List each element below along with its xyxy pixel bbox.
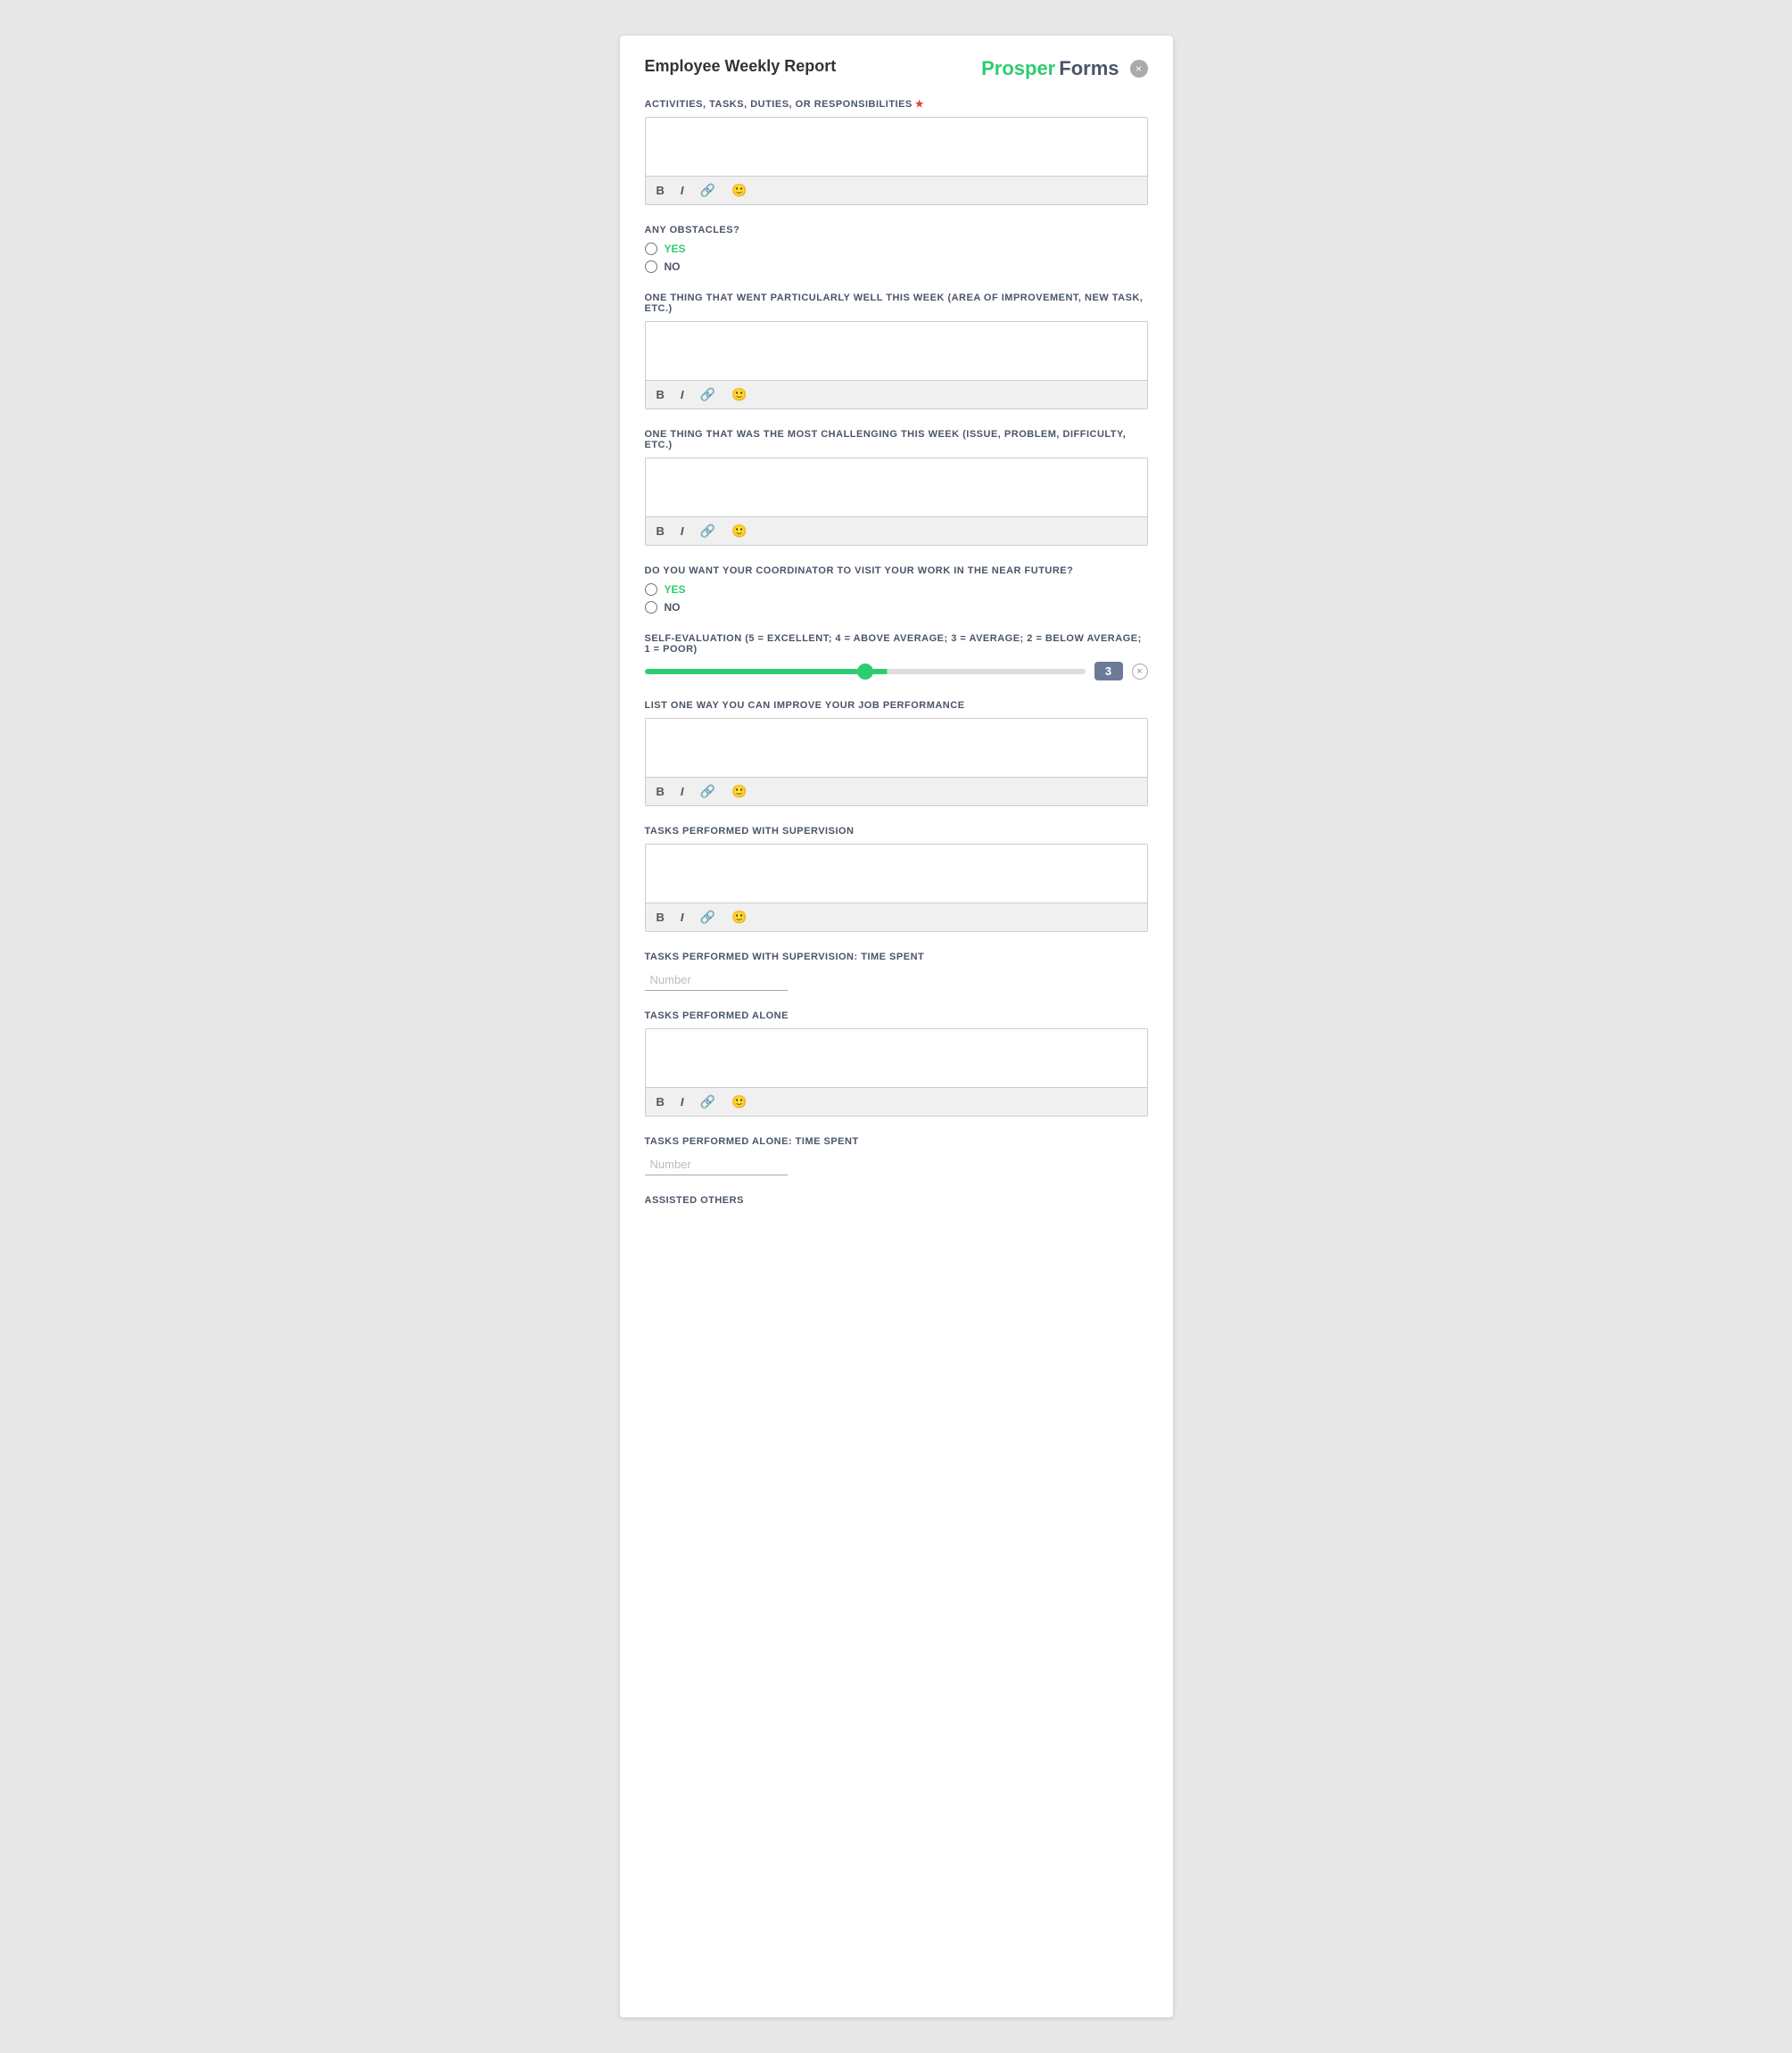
tasks-alone-italic-btn[interactable]: I xyxy=(677,1093,688,1110)
tasks-supervision-time-input[interactable] xyxy=(645,969,788,991)
went-well-italic-btn[interactable]: I xyxy=(677,386,688,403)
improve-performance-textarea[interactable] xyxy=(646,719,1147,772)
activities-toolbar: B I 🔗 🙂 xyxy=(646,176,1147,204)
activities-field: ACTIVITIES, TASKS, DUTIES, OR RESPONSIBI… xyxy=(645,98,1148,205)
coordinator-yes-label: YES xyxy=(665,583,686,596)
obstacles-yes-option[interactable]: YES xyxy=(645,243,1148,255)
tasks-supervision-emoji-btn[interactable]: 🙂 xyxy=(728,908,750,927)
tasks-alone-bold-btn[interactable]: B xyxy=(653,1093,668,1110)
went-well-textarea[interactable] xyxy=(646,322,1147,375)
challenging-field: ONE THING THAT WAS THE MOST CHALLENGING … xyxy=(645,429,1148,546)
tasks-alone-field: TASKS PERFORMED ALONE B I 🔗 🙂 xyxy=(645,1010,1148,1117)
tasks-supervision-textarea[interactable] xyxy=(646,845,1147,898)
slider-value-display: 3 xyxy=(1094,662,1123,680)
coordinator-visit-radio-group: YES NO xyxy=(645,583,1148,614)
coordinator-yes-radio[interactable] xyxy=(645,583,657,596)
coordinator-yes-option[interactable]: YES xyxy=(645,583,1148,596)
improve-performance-field: LIST ONE WAY YOU CAN IMPROVE YOUR JOB PE… xyxy=(645,700,1148,806)
obstacles-label: ANY OBSTACLES? xyxy=(645,225,1148,235)
obstacles-field: ANY OBSTACLES? YES NO xyxy=(645,225,1148,273)
improve-performance-bold-btn[interactable]: B xyxy=(653,783,668,800)
went-well-label: ONE THING THAT WENT PARTICULARLY WELL TH… xyxy=(645,293,1148,314)
required-star: ★ xyxy=(915,99,924,110)
went-well-field: ONE THING THAT WENT PARTICULARLY WELL TH… xyxy=(645,293,1148,409)
self-evaluation-slider[interactable] xyxy=(645,669,1086,674)
activities-label: ACTIVITIES, TASKS, DUTIES, OR RESPONSIBI… xyxy=(645,98,1148,110)
assisted-others-field: ASSISTED OTHERS xyxy=(645,1195,1148,1206)
tasks-supervision-label: TASKS PERFORMED WITH SUPERVISION xyxy=(645,826,1148,837)
logo-forms: Forms xyxy=(1059,57,1119,80)
tasks-supervision-field: TASKS PERFORMED WITH SUPERVISION B I 🔗 🙂 xyxy=(645,826,1148,932)
self-evaluation-field: SELF-EVALUATION (5 = EXCELLENT; 4 = ABOV… xyxy=(645,633,1148,680)
challenging-label: ONE THING THAT WAS THE MOST CHALLENGING … xyxy=(645,429,1148,450)
tasks-alone-time-input[interactable] xyxy=(645,1154,788,1175)
logo-prosper: Prosper xyxy=(981,57,1055,80)
tasks-supervision-time-field: TASKS PERFORMED WITH SUPERVISION: TIME S… xyxy=(645,952,1148,991)
tasks-alone-toolbar: B I 🔗 🙂 xyxy=(646,1087,1147,1116)
tasks-alone-textarea[interactable] xyxy=(646,1029,1147,1083)
tasks-supervision-bold-btn[interactable]: B xyxy=(653,909,668,926)
form-container: Employee Weekly Report Prosper Forms × A… xyxy=(620,36,1173,2017)
form-header: Employee Weekly Report Prosper Forms × xyxy=(645,57,1148,80)
challenging-italic-btn[interactable]: I xyxy=(677,523,688,540)
tasks-supervision-italic-btn[interactable]: I xyxy=(677,909,688,926)
challenging-emoji-btn[interactable]: 🙂 xyxy=(728,522,750,540)
went-well-emoji-btn[interactable]: 🙂 xyxy=(728,385,750,404)
tasks-alone-rich-editor: B I 🔗 🙂 xyxy=(645,1028,1148,1117)
obstacles-no-label: NO xyxy=(665,260,681,273)
went-well-toolbar: B I 🔗 🙂 xyxy=(646,380,1147,408)
logo: Prosper Forms xyxy=(981,57,1119,80)
slider-clear-btn[interactable]: × xyxy=(1132,664,1148,680)
coordinator-no-label: NO xyxy=(665,601,681,614)
activities-link-btn[interactable]: 🔗 xyxy=(697,181,719,200)
improve-performance-toolbar: B I 🔗 🙂 xyxy=(646,777,1147,805)
improve-performance-rich-editor: B I 🔗 🙂 xyxy=(645,718,1148,806)
obstacles-no-radio[interactable] xyxy=(645,260,657,273)
activities-emoji-btn[interactable]: 🙂 xyxy=(728,181,750,200)
improve-performance-link-btn[interactable]: 🔗 xyxy=(697,782,719,801)
coordinator-no-option[interactable]: NO xyxy=(645,601,1148,614)
close-button[interactable]: × xyxy=(1130,60,1148,78)
went-well-link-btn[interactable]: 🔗 xyxy=(697,385,719,404)
tasks-alone-emoji-btn[interactable]: 🙂 xyxy=(728,1092,750,1111)
obstacles-radio-group: YES NO xyxy=(645,243,1148,273)
challenging-textarea[interactable] xyxy=(646,458,1147,512)
challenging-rich-editor: B I 🔗 🙂 xyxy=(645,458,1148,546)
tasks-alone-link-btn[interactable]: 🔗 xyxy=(697,1092,719,1111)
activities-bold-btn[interactable]: B xyxy=(653,182,668,199)
challenging-link-btn[interactable]: 🔗 xyxy=(697,522,719,540)
assisted-others-label: ASSISTED OTHERS xyxy=(645,1195,1148,1206)
tasks-supervision-link-btn[interactable]: 🔗 xyxy=(697,908,719,927)
obstacles-no-option[interactable]: NO xyxy=(645,260,1148,273)
improve-performance-label: LIST ONE WAY YOU CAN IMPROVE YOUR JOB PE… xyxy=(645,700,1148,711)
tasks-alone-time-field: TASKS PERFORMED ALONE: TIME SPENT xyxy=(645,1136,1148,1175)
obstacles-yes-label: YES xyxy=(665,243,686,255)
challenging-toolbar: B I 🔗 🙂 xyxy=(646,516,1147,545)
obstacles-yes-radio[interactable] xyxy=(645,243,657,255)
improve-performance-emoji-btn[interactable]: 🙂 xyxy=(728,782,750,801)
self-evaluation-label: SELF-EVALUATION (5 = EXCELLENT; 4 = ABOV… xyxy=(645,633,1148,655)
coordinator-no-radio[interactable] xyxy=(645,601,657,614)
went-well-rich-editor: B I 🔗 🙂 xyxy=(645,321,1148,409)
tasks-alone-time-label: TASKS PERFORMED ALONE: TIME SPENT xyxy=(645,1136,1148,1147)
activities-rich-editor: B I 🔗 🙂 xyxy=(645,117,1148,205)
form-title: Employee Weekly Report xyxy=(645,57,837,76)
tasks-supervision-rich-editor: B I 🔗 🙂 xyxy=(645,844,1148,932)
coordinator-visit-field: DO YOU WANT YOUR COORDINATOR TO VISIT YO… xyxy=(645,565,1148,614)
challenging-bold-btn[interactable]: B xyxy=(653,523,668,540)
slider-container: 3 × xyxy=(645,662,1148,680)
went-well-bold-btn[interactable]: B xyxy=(653,386,668,403)
form-title-block: Employee Weekly Report xyxy=(645,57,837,76)
activities-italic-btn[interactable]: I xyxy=(677,182,688,199)
coordinator-visit-label: DO YOU WANT YOUR COORDINATOR TO VISIT YO… xyxy=(645,565,1148,576)
tasks-supervision-time-label: TASKS PERFORMED WITH SUPERVISION: TIME S… xyxy=(645,952,1148,962)
tasks-supervision-toolbar: B I 🔗 🙂 xyxy=(646,903,1147,931)
improve-performance-italic-btn[interactable]: I xyxy=(677,783,688,800)
activities-textarea[interactable] xyxy=(646,118,1147,171)
tasks-alone-label: TASKS PERFORMED ALONE xyxy=(645,1010,1148,1021)
